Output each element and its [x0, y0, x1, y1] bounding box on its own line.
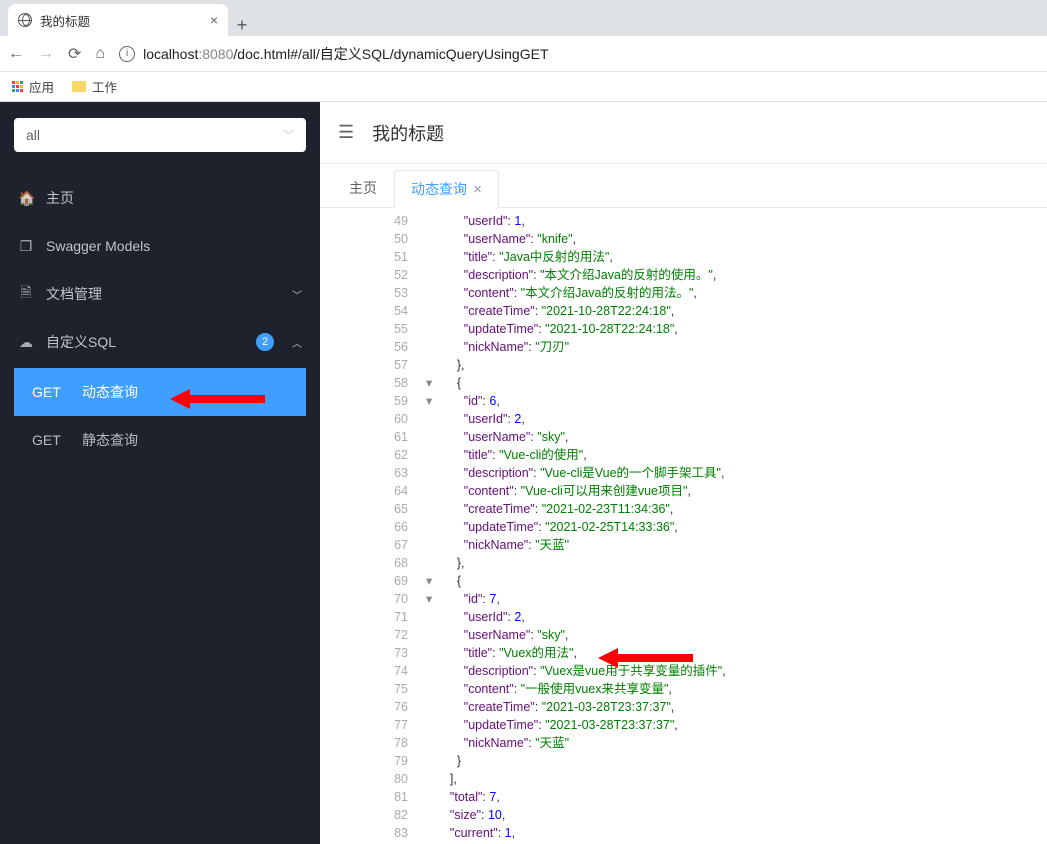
code-content: "userId": 1, "userName": "knife", "title… — [416, 212, 726, 844]
url-path: /doc.html#/all/自定义SQL/dynamicQueryUsingG… — [233, 46, 548, 62]
sidebar-item-static-query[interactable]: GET 静态查询 — [14, 416, 306, 464]
group-select[interactable]: all ﹀ — [14, 118, 306, 152]
sidebar-item-home[interactable]: 🏠 主页 — [14, 174, 306, 222]
chevron-up-icon: ︿ — [292, 335, 302, 350]
house-icon: 🏠 — [18, 190, 34, 207]
apps-icon — [12, 81, 23, 92]
main-panel: ☰ 我的标题 主页 动态查询 ✕ 49505152535455565758596… — [320, 102, 1047, 844]
document-icon: 🗎 — [18, 282, 34, 306]
count-badge: 2 — [256, 333, 274, 351]
new-tab-button[interactable]: + — [228, 15, 256, 36]
sidebar-item-swagger[interactable]: ❒ Swagger Models — [14, 222, 306, 270]
home-icon[interactable]: ⌂ — [95, 45, 105, 63]
cube-icon: ❒ — [18, 238, 34, 255]
work-bookmark[interactable]: 工作 — [72, 77, 117, 96]
folder-icon — [72, 81, 86, 92]
content-tabs: 主页 动态查询 ✕ — [320, 164, 1047, 208]
url-port: :8080 — [198, 46, 233, 62]
collapse-icon[interactable]: ☰ — [338, 122, 354, 143]
cloud-icon: ☁ — [18, 334, 34, 351]
forward-icon[interactable]: → — [38, 45, 54, 63]
browser-toolbar: ← → ⟳ ⌂ i localhost:8080/doc.html#/all/自… — [0, 36, 1047, 72]
app: all ﹀ 🏠 主页 ❒ Swagger Models 🗎 文档管理 ﹀ ☁ 自… — [0, 102, 1047, 844]
close-icon[interactable]: × — [210, 12, 218, 28]
code-viewer[interactable]: 4950515253545556575859606162636465666768… — [320, 208, 1047, 844]
apps-bookmark[interactable]: 应用 — [12, 77, 54, 96]
back-icon[interactable]: ← — [8, 45, 24, 63]
sidebar: all ﹀ 🏠 主页 ❒ Swagger Models 🗎 文档管理 ﹀ ☁ 自… — [0, 102, 320, 844]
tab-dynamic-query[interactable]: 动态查询 ✕ — [394, 170, 499, 208]
url-host: localhost — [143, 46, 198, 62]
info-icon[interactable]: i — [119, 46, 135, 62]
sidebar-item-dynamic-query[interactable]: GET 动态查询 — [14, 368, 306, 416]
browser-tab[interactable]: 我的标题 × — [8, 4, 228, 36]
chevron-down-icon: ﹀ — [292, 287, 302, 302]
chevron-down-icon: ﹀ — [283, 127, 294, 143]
url-bar[interactable]: i localhost:8080/doc.html#/all/自定义SQL/dy… — [119, 44, 1039, 64]
tab-title: 我的标题 — [40, 11, 90, 30]
globe-icon — [18, 13, 32, 27]
page-title: 我的标题 — [372, 120, 444, 146]
line-gutter: 4950515253545556575859606162636465666768… — [366, 212, 416, 844]
main-header: ☰ 我的标题 — [320, 102, 1047, 164]
browser-tab-bar: 我的标题 × + — [0, 0, 1047, 36]
reload-icon[interactable]: ⟳ — [68, 44, 81, 64]
sidebar-item-docs[interactable]: 🗎 文档管理 ﹀ — [14, 270, 306, 318]
bookmarks-bar: 应用 工作 — [0, 72, 1047, 102]
sidebar-item-custom-sql[interactable]: ☁ 自定义SQL 2 ︿ — [14, 318, 306, 366]
close-icon[interactable]: ✕ — [473, 183, 482, 196]
tab-home[interactable]: 主页 — [332, 169, 394, 207]
